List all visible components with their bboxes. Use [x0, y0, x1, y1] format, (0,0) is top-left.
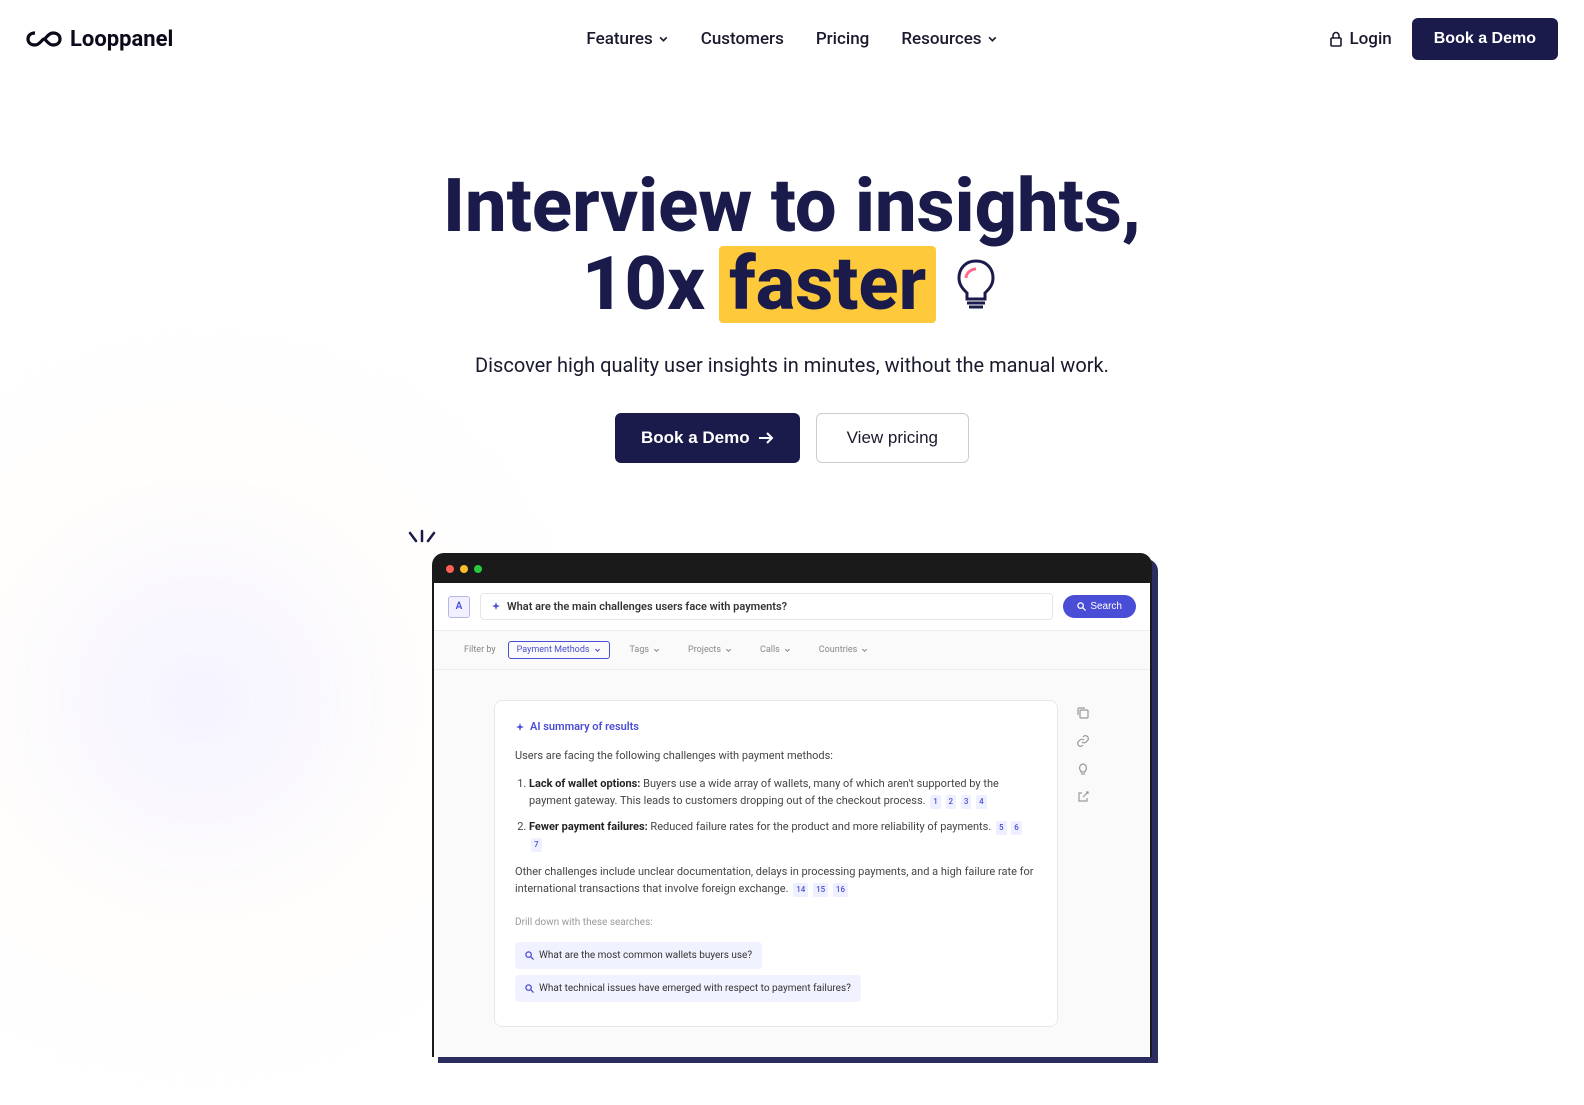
reference-link[interactable]: 4 [976, 795, 987, 809]
reference-link[interactable]: 15 [813, 883, 828, 897]
chevron-down-icon [659, 34, 669, 44]
badge-a[interactable]: A [448, 596, 470, 618]
book-demo-button[interactable]: Book a Demo [1412, 18, 1558, 60]
sparkle-decoration-icon [406, 529, 438, 561]
lightbulb-icon [950, 255, 1002, 315]
reference-link[interactable]: 1 [930, 795, 941, 809]
lock-icon [1329, 31, 1343, 47]
sparkle-icon [491, 602, 501, 612]
summary-title: AI summary of results [515, 719, 1037, 736]
chevron-down-icon [594, 647, 601, 654]
reference-link[interactable]: 7 [531, 838, 542, 852]
window-minimize-icon [460, 565, 468, 573]
sparkle-icon [515, 723, 525, 733]
hero-subtitle: Discover high quality user insights in m… [20, 353, 1564, 377]
arrow-right-icon [758, 431, 774, 445]
hero-section: Interview to insights, 10x faster Discov… [0, 78, 1584, 503]
summary-other: Other challenges include unclear documen… [515, 864, 1037, 897]
reference-link[interactable]: 6 [1011, 821, 1022, 835]
site-header: Looppanel Features Customers Pricing Res… [0, 0, 1584, 78]
hero-book-demo-button[interactable]: Book a Demo [615, 413, 800, 463]
hero-cta-group: Book a Demo View pricing [20, 413, 1564, 463]
filter-countries[interactable]: Countries [811, 642, 877, 658]
window-close-icon [446, 565, 454, 573]
chevron-down-icon [784, 647, 791, 654]
search-button[interactable]: Search [1063, 595, 1136, 618]
view-pricing-button[interactable]: View pricing [816, 413, 969, 463]
filter-payment-methods[interactable]: Payment Methods [508, 641, 610, 659]
chevron-down-icon [725, 647, 732, 654]
app-window-mockup: A What are the main challenges users fac… [432, 553, 1152, 1057]
link-icon[interactable] [1076, 734, 1090, 748]
reference-link[interactable]: 3 [961, 795, 972, 809]
filter-tags[interactable]: Tags [622, 642, 668, 658]
reference-link[interactable]: 16 [833, 883, 848, 897]
summary-item-1: Lack of wallet options: Buyers use a wid… [529, 776, 1037, 809]
search-icon [525, 984, 534, 993]
copy-icon[interactable] [1076, 706, 1090, 720]
search-input[interactable]: What are the main challenges users face … [480, 593, 1053, 620]
hero-highlight: faster [719, 246, 936, 324]
hero-headline: Interview to insights, 10x faster [20, 168, 1564, 323]
app-searchbar: A What are the main challenges users fac… [434, 583, 1150, 631]
side-action-icons [1076, 700, 1090, 804]
infinity-icon [26, 29, 62, 49]
summary-item-2: Fewer payment failures: Reduced failure … [529, 819, 1037, 852]
chevron-down-icon [861, 647, 868, 654]
filter-row: Filter by Payment Methods Tags Projects … [434, 631, 1150, 670]
chevron-down-icon [653, 647, 660, 654]
filter-calls[interactable]: Calls [752, 642, 799, 658]
brand-name: Looppanel [70, 27, 173, 52]
app-preview: A What are the main challenges users fac… [432, 553, 1152, 1057]
nav-customers[interactable]: Customers [701, 29, 784, 49]
search-icon [1077, 602, 1086, 611]
ai-summary-card: AI summary of results Users are facing t… [494, 700, 1058, 1027]
main-nav: Features Customers Pricing Resources [586, 29, 997, 49]
login-link[interactable]: Login [1329, 29, 1391, 49]
search-icon [525, 951, 534, 960]
nav-pricing[interactable]: Pricing [816, 29, 870, 49]
external-link-icon[interactable] [1076, 790, 1090, 804]
chevron-down-icon [988, 34, 998, 44]
brand-logo[interactable]: Looppanel [26, 27, 173, 52]
filter-by-label: Filter by [464, 645, 496, 655]
window-maximize-icon [474, 565, 482, 573]
reference-link[interactable]: 2 [946, 795, 957, 809]
drill-suggestion-2[interactable]: What technical issues have emerged with … [515, 975, 861, 1002]
window-titlebar [434, 555, 1150, 583]
reference-link[interactable]: 14 [793, 883, 808, 897]
summary-intro: Users are facing the following challenge… [515, 748, 1037, 765]
reference-link[interactable]: 5 [996, 821, 1007, 835]
nav-features[interactable]: Features [586, 29, 668, 49]
filter-projects[interactable]: Projects [680, 642, 740, 658]
lightbulb-icon[interactable] [1076, 762, 1090, 776]
nav-resources[interactable]: Resources [901, 29, 997, 49]
drill-suggestion-1[interactable]: What are the most common wallets buyers … [515, 942, 762, 969]
header-actions: Login Book a Demo [1329, 18, 1558, 60]
drill-down-label: Drill down with these searches: [515, 915, 1037, 930]
